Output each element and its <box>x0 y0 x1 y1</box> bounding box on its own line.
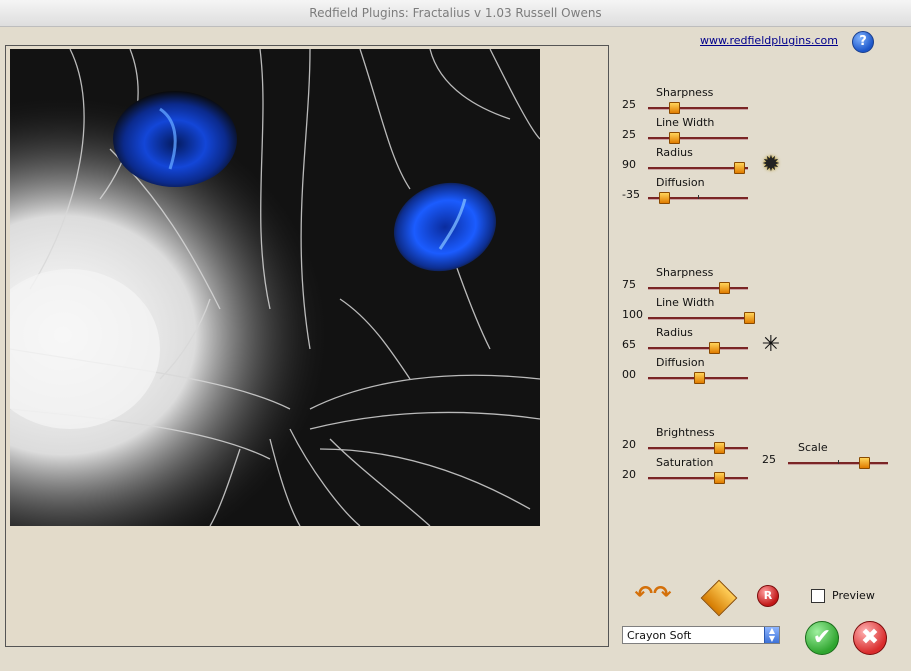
help-icon[interactable]: ? <box>852 31 874 53</box>
undo-redo-icon[interactable]: ↶↷ <box>627 584 679 608</box>
slider-track[interactable] <box>648 162 748 174</box>
slider-thumb[interactable] <box>714 442 725 454</box>
slider-value: 65 <box>622 338 636 351</box>
slider-label: Brightness <box>656 426 715 439</box>
slider-label: Radius <box>656 146 693 159</box>
slider-track[interactable] <box>648 372 748 384</box>
preview-panel <box>5 45 609 647</box>
slider-track[interactable] <box>648 472 748 484</box>
slider-track[interactable] <box>648 102 748 114</box>
slider-track[interactable] <box>648 282 748 294</box>
slider-value: -35 <box>622 188 640 201</box>
slider-thumb[interactable] <box>659 192 670 204</box>
slider-value: 25 <box>622 128 636 141</box>
slider-thumb[interactable] <box>719 282 730 294</box>
slider-value: 75 <box>622 278 636 291</box>
slider-track[interactable] <box>648 442 748 454</box>
slider-label: Diffusion <box>656 356 705 369</box>
slider-thumb[interactable] <box>709 342 720 354</box>
slider-value: 20 <box>622 438 636 451</box>
select-arrow-icon[interactable]: ▲ ▼ <box>764 627 779 643</box>
slider-track[interactable] <box>648 132 748 144</box>
scale-slider[interactable]: Scale 25 <box>762 441 892 473</box>
g1-radius-slider[interactable]: Radius 90 <box>622 146 752 178</box>
saturation-slider[interactable]: Saturation 20 <box>622 456 752 488</box>
slider-label: Line Width <box>656 116 715 129</box>
slider-label: Line Width <box>656 296 715 309</box>
slider-track[interactable] <box>648 312 755 324</box>
reset-icon[interactable]: R <box>757 585 779 607</box>
slider-thumb[interactable] <box>734 162 745 174</box>
slider-thumb[interactable] <box>669 132 680 144</box>
slider-track[interactable] <box>648 342 748 354</box>
g2-sharpness-slider[interactable]: Sharpness 75 <box>622 266 752 298</box>
preview-image <box>10 49 540 526</box>
slider-track[interactable] <box>648 192 748 204</box>
g2-line-width-slider[interactable]: Line Width 100 <box>622 296 755 328</box>
slider-thumb[interactable] <box>744 312 755 324</box>
ok-button[interactable]: ✔ <box>805 621 839 655</box>
slider-label: Sharpness <box>656 86 714 99</box>
g2-diffusion-slider[interactable]: Diffusion 00 <box>622 356 752 388</box>
website-link[interactable]: www.redfieldplugins.com <box>700 34 838 47</box>
randomize-icon[interactable] <box>700 579 738 617</box>
cancel-button[interactable]: ✖ <box>853 621 887 655</box>
preset-select[interactable]: Crayon Soft ▲ ▼ <box>622 626 780 644</box>
slider-label: Scale <box>798 441 828 454</box>
g1-sharpness-slider[interactable]: Sharpness 25 <box>622 86 752 118</box>
brightness-slider[interactable]: Brightness 20 <box>622 426 752 458</box>
slider-label: Diffusion <box>656 176 705 189</box>
slider-value: 00 <box>622 368 636 381</box>
slider-value: 25 <box>622 98 636 111</box>
slider-label: Saturation <box>656 456 714 469</box>
slider-value: 90 <box>622 158 636 171</box>
slider-value: 25 <box>762 453 776 466</box>
slider-label: Radius <box>656 326 693 339</box>
slider-center-tick <box>838 460 839 464</box>
slider-thumb[interactable] <box>669 102 680 114</box>
preview-label: Preview <box>832 589 875 602</box>
slider-thumb[interactable] <box>714 472 725 484</box>
slider-value: 20 <box>622 468 636 481</box>
slider-thumb[interactable] <box>694 372 705 384</box>
slider-track[interactable] <box>788 457 888 469</box>
window-title: Redfield Plugins: Fractalius v 1.03 Russ… <box>0 0 911 27</box>
asterisk-icon[interactable]: ✳ <box>760 334 782 356</box>
slider-center-tick <box>698 195 699 199</box>
g2-radius-slider[interactable]: Radius 65 <box>622 326 752 358</box>
preset-select-value: Crayon Soft <box>627 629 692 642</box>
preview-checkbox[interactable] <box>811 589 825 603</box>
slider-value: 100 <box>622 308 643 321</box>
slider-thumb[interactable] <box>859 457 870 469</box>
g1-diffusion-slider[interactable]: Diffusion -35 <box>622 176 752 208</box>
slider-label: Sharpness <box>656 266 714 279</box>
starburst-icon[interactable]: ✹ <box>760 154 782 176</box>
g1-line-width-slider[interactable]: Line Width 25 <box>622 116 752 148</box>
